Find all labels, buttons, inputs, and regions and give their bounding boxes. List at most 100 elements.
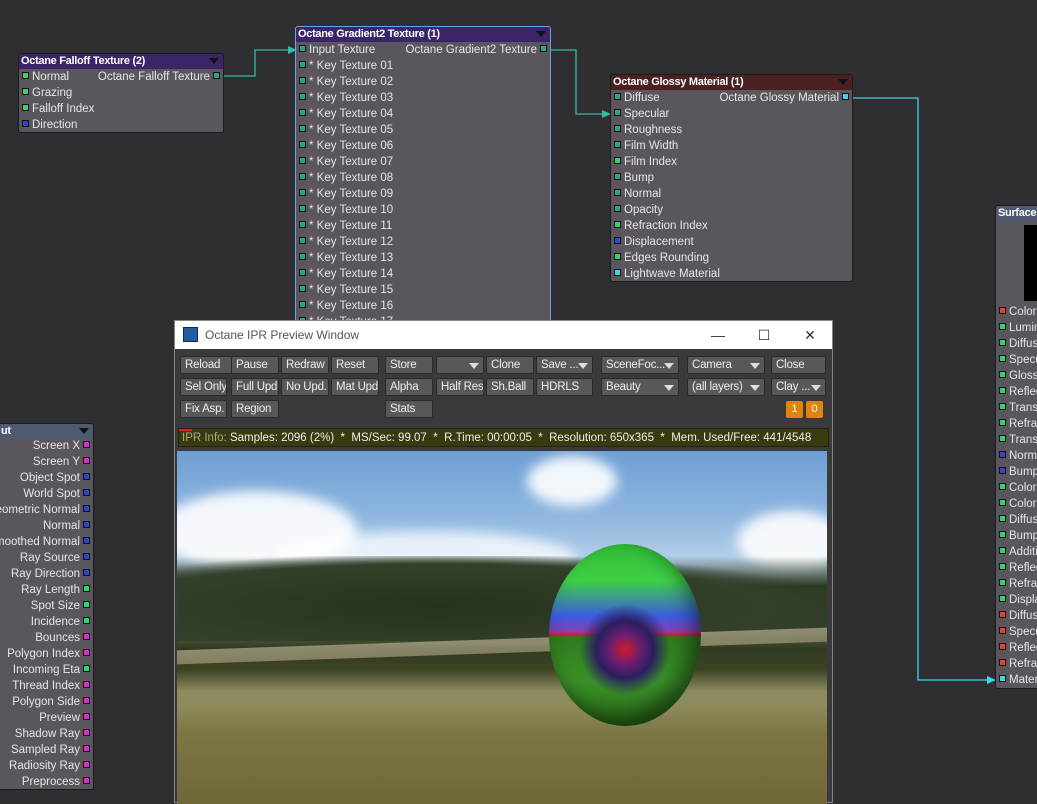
mat-update-button[interactable]: Mat Upd xyxy=(331,378,379,396)
node-port-row[interactable]: * Key Texture 10 xyxy=(296,202,393,218)
port-blue-icon[interactable] xyxy=(83,473,90,481)
node-port-row[interactable]: Radiosity Ray xyxy=(9,758,93,774)
port-blue-icon[interactable] xyxy=(83,489,90,497)
node-port-row[interactable]: Screen X xyxy=(33,438,93,454)
node-port-row[interactable]: Normal xyxy=(43,518,93,534)
port-teal-icon[interactable] xyxy=(614,109,621,117)
port-red-icon[interactable] xyxy=(999,659,1006,667)
node-port-row[interactable]: Glossi xyxy=(996,368,1037,384)
node-port-row[interactable]: Direction xyxy=(19,117,77,132)
port-teal-icon[interactable] xyxy=(299,45,306,53)
node-port-row[interactable]: Norma xyxy=(996,448,1037,464)
node-port-row[interactable]: Specu xyxy=(996,352,1037,368)
port-green-icon[interactable] xyxy=(999,579,1006,587)
port-green-icon[interactable] xyxy=(999,563,1006,571)
node-port-row[interactable]: Ray Source xyxy=(20,550,93,566)
port-magenta-icon[interactable] xyxy=(83,441,90,449)
sh-ball-button[interactable]: Sh.Ball xyxy=(486,378,534,396)
full-update-button[interactable]: Full Upd. xyxy=(231,378,279,396)
port-green-icon[interactable] xyxy=(999,403,1006,411)
node-port-row[interactable]: Color xyxy=(996,480,1036,496)
port-magenta-icon[interactable] xyxy=(83,457,90,465)
dropdown-icon[interactable] xyxy=(838,79,848,85)
node-port-row[interactable]: Incidence xyxy=(31,614,93,630)
node-port-row[interactable]: Displacement xyxy=(611,234,694,250)
port-green-icon[interactable] xyxy=(999,547,1006,555)
node-port-row[interactable]: Color xyxy=(996,304,1036,320)
port-green-icon[interactable] xyxy=(999,515,1006,523)
node-port-row[interactable]: Ray Length xyxy=(21,582,93,598)
port-green-icon[interactable] xyxy=(999,339,1006,347)
node-port-row[interactable]: Incoming Eta xyxy=(13,662,93,678)
dropdown-icon[interactable] xyxy=(209,58,219,64)
node-input[interactable]: ut Screen X Screen Y Object Spot World Spot… xyxy=(0,423,94,790)
port-teal-icon[interactable] xyxy=(614,93,621,101)
port-teal-icon[interactable] xyxy=(614,205,621,213)
node-port-row[interactable]: Lumin xyxy=(996,320,1037,336)
node-port-row[interactable]: Diffus xyxy=(996,336,1037,352)
node-port-row[interactable]: Diffus xyxy=(996,608,1037,624)
node-port-row[interactable]: * Key Texture 16 xyxy=(296,298,393,314)
node-port-row[interactable]: Displa xyxy=(996,592,1037,608)
port-teal-icon[interactable] xyxy=(614,173,621,181)
port-magenta-icon[interactable] xyxy=(83,633,90,641)
port-teal-icon[interactable] xyxy=(299,157,306,165)
port-green-icon[interactable] xyxy=(999,387,1006,395)
port-cyan-icon[interactable] xyxy=(614,269,621,277)
node-port-row[interactable]: Object Spot xyxy=(20,470,93,486)
node-port-row[interactable]: Screen Y xyxy=(33,454,93,470)
half-res-button[interactable]: Half Res xyxy=(436,378,484,396)
node-port-row[interactable]: Roughness xyxy=(611,122,682,138)
node-port-row[interactable]: Refrac xyxy=(996,576,1037,592)
hdrls-button[interactable]: HDRLS xyxy=(536,378,593,396)
node-port-row[interactable]: * Key Texture 05 xyxy=(296,122,393,138)
node-port-row[interactable]: World Spot xyxy=(23,486,93,502)
node-title[interactable]: Octane Falloff Texture (2) xyxy=(19,54,223,69)
beauty-button[interactable]: Beauty xyxy=(601,378,679,396)
node-port-row[interactable]: * Key Texture 01 xyxy=(296,58,393,74)
port-green-icon[interactable] xyxy=(999,483,1006,491)
node-port-row[interactable]: Grazing xyxy=(19,85,72,101)
port-teal-icon[interactable] xyxy=(299,61,306,69)
port-teal-icon[interactable] xyxy=(299,125,306,133)
port-blue-icon[interactable] xyxy=(83,553,90,561)
node-port-row[interactable]: Edges Rounding xyxy=(611,250,709,266)
clone-button[interactable]: Clone xyxy=(486,356,534,374)
dropdown-icon[interactable] xyxy=(536,31,546,37)
node-port-row[interactable]: Specu xyxy=(996,624,1037,640)
node-port-row[interactable]: Lightwave Material xyxy=(611,266,720,281)
port-green-icon[interactable] xyxy=(83,601,90,609)
counter-badge-1[interactable]: 1 xyxy=(786,401,803,418)
reload-button[interactable]: Reload xyxy=(180,356,232,374)
port-teal-icon[interactable] xyxy=(299,221,306,229)
node-title[interactable]: Surface xyxy=(996,206,1037,221)
close-window-button[interactable]: ✕ xyxy=(787,321,833,349)
stats-button[interactable]: Stats xyxy=(385,400,433,418)
node-gradient2-texture[interactable]: Octane Gradient2 Texture (1) Input Textu… xyxy=(295,26,551,326)
no-update-button[interactable]: No Upd. xyxy=(281,378,329,396)
node-port-row[interactable]: * Key Texture 14 xyxy=(296,266,393,282)
port-magenta-icon[interactable] xyxy=(83,745,90,753)
layers-button[interactable]: (all layers) xyxy=(687,378,765,396)
node-falloff-texture[interactable]: Octane Falloff Texture (2) Normal Grazing… xyxy=(18,53,224,133)
clay-button[interactable]: Clay ... xyxy=(771,378,826,396)
fix-aspect-button[interactable]: Fix Asp. xyxy=(180,400,227,418)
node-output-row[interactable]: Octane Falloff Texture xyxy=(98,69,223,85)
node-port-row[interactable]: Normal xyxy=(19,69,69,85)
port-magenta-icon[interactable] xyxy=(83,729,90,737)
node-port-row[interactable]: Preview xyxy=(39,710,93,726)
port-green-icon[interactable] xyxy=(999,531,1006,539)
node-port-row[interactable]: Bounces xyxy=(35,630,93,646)
pause-button[interactable]: Pause xyxy=(231,356,279,374)
dropdown-icon[interactable] xyxy=(79,428,89,434)
node-output-row[interactable]: Octane Gradient2 Texture xyxy=(406,42,550,58)
redraw-button[interactable]: Redraw xyxy=(281,356,329,374)
port-red-icon[interactable] xyxy=(999,627,1006,635)
port-teal-icon[interactable] xyxy=(614,189,621,197)
port-blue-icon[interactable] xyxy=(999,451,1006,459)
port-green-icon[interactable] xyxy=(614,253,621,261)
reset-button[interactable]: Reset xyxy=(331,356,379,374)
port-green-icon[interactable] xyxy=(999,371,1006,379)
node-port-row[interactable]: Polygon Side xyxy=(12,694,93,710)
scene-focus-button[interactable]: SceneFoc... xyxy=(601,356,679,374)
